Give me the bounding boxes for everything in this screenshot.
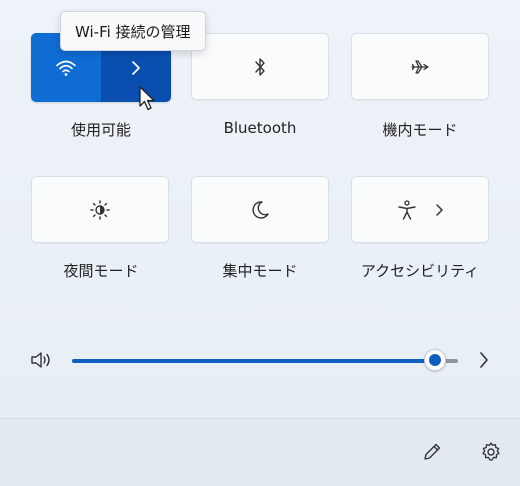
- chevron-right-icon: [436, 203, 443, 216]
- audio-output-button[interactable]: [478, 351, 490, 373]
- bluetooth-label: Bluetooth: [223, 119, 297, 137]
- airplane-mode-tile[interactable]: [351, 33, 489, 100]
- speaker-icon: [31, 352, 50, 368]
- wifi-label: 使用可能: [70, 121, 131, 139]
- accessibility-tile[interactable]: [351, 176, 489, 243]
- volume-slider-fill: [72, 359, 435, 363]
- focus-tile[interactable]: [191, 176, 329, 243]
- wifi-icon: [55, 60, 76, 76]
- mouse-cursor-icon: [138, 85, 160, 117]
- chevron-right-icon: [132, 60, 141, 75]
- volume-slider[interactable]: [72, 349, 458, 373]
- bluetooth-tile[interactable]: [191, 33, 329, 100]
- accessibility-icon: [398, 199, 416, 220]
- quick-settings-footer: [0, 418, 520, 486]
- airplane-mode-label: 機内モード: [382, 121, 458, 139]
- airplane-icon: [411, 59, 429, 74]
- quick-settings-panel: 使用可能 Bluetooth 機内モード 夜間モード 集中モード アクセシビリテ…: [0, 0, 520, 418]
- night-light-tile[interactable]: [31, 176, 169, 243]
- accessibility-label: アクセシビリティ: [360, 262, 480, 280]
- volume-slider-thumb[interactable]: [423, 349, 446, 371]
- moon-icon: [252, 200, 269, 219]
- edit-quick-settings-button[interactable]: [421, 441, 443, 467]
- gear-icon: [482, 442, 500, 461]
- settings-button[interactable]: [480, 441, 502, 467]
- focus-label: 集中モード: [222, 262, 298, 280]
- brightness-icon: [90, 199, 110, 220]
- pencil-icon: [424, 443, 441, 460]
- night-light-label: 夜間モード: [63, 262, 139, 280]
- volume-mute-button[interactable]: [30, 349, 54, 375]
- chevron-right-icon: [480, 352, 488, 368]
- wifi-tooltip: Wi-Fi 接続の管理: [60, 11, 206, 51]
- bluetooth-icon: [255, 57, 265, 76]
